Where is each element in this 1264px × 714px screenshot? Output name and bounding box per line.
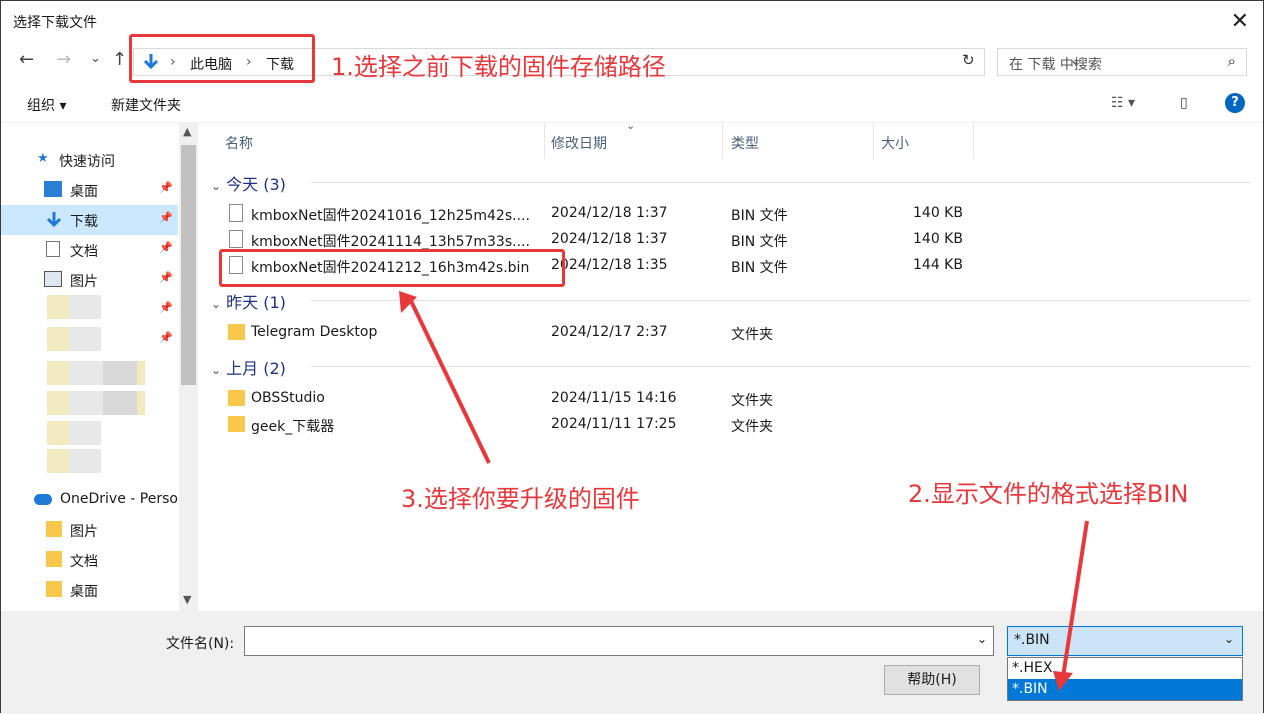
file-dialog: 选择下载文件 ✕ ← → ⌄ ↑ › 此电脑 › 下载 ⌄ ↻ 在 下载 中搜索… [0, 0, 1264, 714]
annotation-arrows [399, 291, 1089, 691]
